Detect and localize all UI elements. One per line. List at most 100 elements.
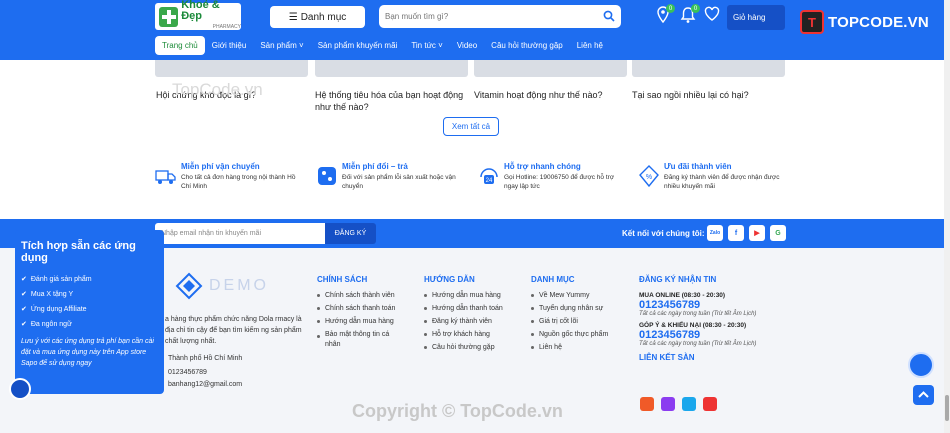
facebook-icon[interactable]: f — [728, 225, 744, 241]
popup-item-label: Ứng dụng Affiliate — [30, 306, 87, 313]
footer-link[interactable]: Tuyển dụng nhân sự — [531, 302, 631, 315]
chat-icon[interactable] — [908, 352, 934, 378]
category-button[interactable]: ☰ Danh mục — [270, 6, 365, 28]
buy-online-label: MUA ONLINE (08:30 - 20:30) — [639, 292, 726, 299]
popup-item: ✔ Mua X tặng Y — [21, 287, 158, 302]
bell-icon[interactable]: 0 — [680, 4, 700, 24]
google-icon[interactable]: G — [770, 225, 786, 241]
article-thumbnail[interactable] — [315, 60, 468, 77]
feature-item: 24 Hỗ trợ nhanh chóng Gọi Hotline: 190067… — [478, 162, 628, 191]
footer-col-title: CHÍNH SÁCH — [317, 275, 368, 284]
check-icon: ✔ — [21, 291, 27, 298]
brand-name: TOPCODE.VN — [828, 13, 929, 31]
check-icon: ✔ — [21, 306, 27, 313]
buy-online-phone[interactable]: 0123456789 — [639, 299, 789, 311]
copyright-watermark: Copyright © TopCode.vn — [352, 401, 563, 421]
see-all-button[interactable]: Xem tất cả — [443, 117, 499, 136]
feature-desc: Đối với sản phẩm lỗi sản xuất hoặc vận c… — [342, 174, 456, 190]
main-nav: Trang chủ Giới thiệu Sản phẩm ˅ Sản phẩm… — [155, 36, 610, 55]
footer-link[interactable]: Nguồn gốc thực phẩm — [531, 328, 631, 341]
nav-news-label: Tin tức — [411, 41, 436, 50]
nav-about[interactable]: Giới thiệu — [205, 36, 254, 55]
location-badge: 0 — [666, 4, 675, 13]
logo-subtext: PHARMACY — [212, 24, 241, 30]
nav-faq[interactable]: Câu hỏi thường gặp — [484, 36, 570, 55]
footer-col-title: ĐĂNG KÝ NHẬN TIN — [639, 275, 717, 284]
nav-products[interactable]: Sản phẩm ˅ — [253, 36, 310, 55]
check-icon: ✔ — [21, 321, 27, 328]
article-thumbnail[interactable] — [474, 60, 627, 77]
article-title[interactable]: Tại sao ngồi nhiều lại có hại? — [632, 89, 782, 101]
site-logo[interactable]: Khoẻ & Đẹp PHARMACY — [155, 0, 241, 30]
footer-link[interactable]: Hướng dẫn thanh toán — [424, 302, 524, 315]
footer-col-subscribe: ĐĂNG KÝ NHẬN TIN MUA ONLINE (08:30 - 20:… — [639, 275, 789, 362]
feature-item: Miễn phí vận chuyển Cho tất cả đơn hàng t… — [155, 162, 305, 191]
apps-popup: Tích hợp sẵn các ứng dụng ✔ Đánh giá sản … — [15, 230, 164, 394]
location-icon[interactable]: 0 — [655, 4, 675, 24]
brand-shield-icon: T — [800, 10, 824, 34]
footer-link[interactable]: Hướng dẫn mua hàng — [317, 315, 417, 328]
sendo-icon[interactable] — [703, 397, 717, 411]
footer-link[interactable]: Chính sách thanh toán — [317, 302, 417, 315]
scroll-to-top-button[interactable] — [913, 385, 934, 405]
feature-desc: Cho tất cả đơn hàng trong nội thành Hồ C… — [181, 174, 296, 190]
footer-link[interactable]: Hỗ trợ khách hàng — [424, 328, 524, 341]
svg-text:%: % — [646, 174, 652, 181]
footer-logo: DEMO — [175, 272, 269, 300]
article-title[interactable]: Vitamin hoạt động như thế nào? — [474, 89, 624, 101]
nav-products-label: Sản phẩm — [260, 41, 297, 50]
feedback-phone[interactable]: 0123456789 — [639, 329, 789, 341]
feedback-note: Tất cả các ngày trong tuần (Trừ tết Âm L… — [639, 341, 757, 347]
discount-tag-icon: % — [639, 165, 659, 187]
support-24-icon: 24 — [480, 168, 498, 184]
shopee-icon[interactable] — [640, 397, 654, 411]
feature-desc: Gọi Hotline: 19006750 để được hỗ trợ nga… — [504, 174, 615, 190]
search-icon[interactable] — [603, 10, 615, 22]
tiki-icon[interactable] — [682, 397, 696, 411]
article-thumbnail[interactable] — [155, 60, 308, 77]
footer-link[interactable]: Liên hệ — [531, 341, 631, 354]
footer-link[interactable]: Giá trị cốt lõi — [531, 315, 631, 328]
buy-online-note: Tất cả các ngày trong tuần (Trừ tết Âm L… — [639, 311, 757, 317]
cart-button[interactable]: Giỏ hàng — [727, 5, 785, 30]
nav-news[interactable]: Tin tức ˅ — [404, 36, 450, 55]
feature-title: Hỗ trợ nhanh chóng — [504, 162, 581, 171]
diamond-logo-icon — [175, 272, 203, 300]
popup-note: Lưu ý với các ứng dụng trả phí bạn cần c… — [21, 338, 154, 367]
footer-link[interactable]: Về Mew Yummy — [531, 289, 631, 302]
footer-link[interactable]: Hướng dẫn mua hàng — [424, 289, 524, 302]
nav-contact[interactable]: Liên hệ — [570, 36, 610, 55]
zalo-icon[interactable]: Zalo — [707, 225, 723, 241]
footer-col-guide: HƯỚNG DẪN Hướng dẫn mua hàng Hướng dẫn t… — [424, 275, 524, 354]
footer-address: Thành phố Hồ Chí Minh — [168, 355, 243, 362]
youtube-icon[interactable]: ▶ — [749, 225, 765, 241]
category-label: Danh mục — [300, 11, 347, 23]
newsletter-subscribe-button[interactable]: ĐĂNG KÝ — [325, 223, 376, 244]
feature-desc: Đăng ký thành viên để được nhận được nhi… — [664, 174, 780, 190]
popup-item: ✔ Ứng dụng Affiliate — [21, 302, 158, 317]
popup-item: ✔ Đa ngôn ngữ — [21, 317, 158, 332]
nav-home[interactable]: Trang chủ — [155, 36, 205, 55]
popup-toggle-button[interactable] — [9, 378, 31, 400]
nav-promotions[interactable]: Sản phẩm khuyến mãi — [311, 36, 405, 55]
heart-icon[interactable] — [704, 6, 722, 24]
footer-link[interactable]: Câu hỏi thường gặp — [424, 341, 524, 354]
page-scrollbar[interactable] — [944, 0, 950, 433]
footer-link[interactable]: Chính sách thành viên — [317, 289, 417, 302]
newsletter-email-input[interactable]: Nhập email nhận tin khuyến mãi — [155, 223, 325, 244]
article-title[interactable]: Hệ thống tiêu hóa của bạn hoạt động như … — [315, 89, 465, 113]
nav-video[interactable]: Video — [450, 36, 484, 55]
check-icon: ✔ — [21, 276, 27, 283]
scrollbar-thumb[interactable] — [945, 395, 949, 421]
article-thumbnail[interactable] — [632, 60, 785, 77]
lazada-icon[interactable] — [661, 397, 675, 411]
footer-link[interactable]: Bảo mật thông tin cá nhân — [317, 330, 402, 350]
pharmacy-cross-icon — [159, 6, 179, 27]
search-box[interactable] — [379, 5, 621, 28]
footer-email[interactable]: banhang12@gmail.com — [168, 381, 242, 388]
chevron-down-icon: ˅ — [438, 41, 443, 50]
footer-link[interactable]: Đăng ký thành viên — [424, 315, 524, 328]
popup-title: Tích hợp sẵn các ứng dụng — [21, 240, 136, 264]
search-input[interactable] — [385, 12, 595, 21]
menu-icon: ☰ — [288, 11, 298, 23]
